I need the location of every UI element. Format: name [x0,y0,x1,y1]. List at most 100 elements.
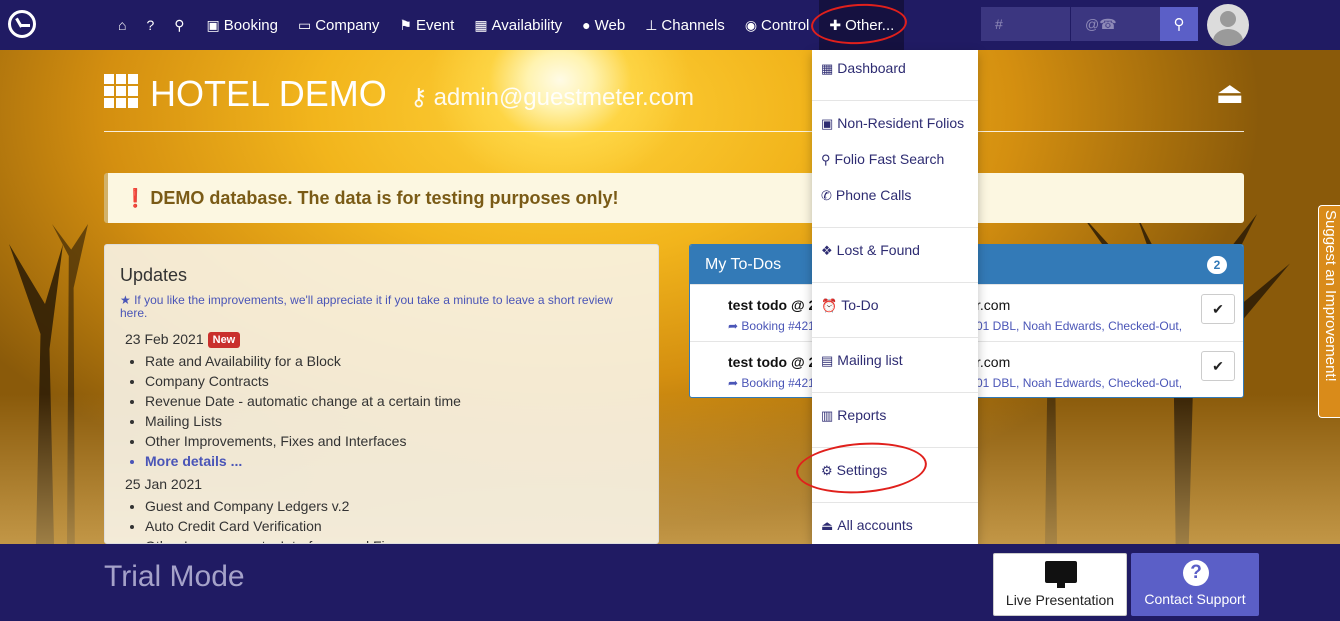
demo-alert-text: DEMO database. The data is for testing p… [150,188,619,208]
admin-account[interactable]: ⚷ admin@guestmeter.com [410,84,694,112]
menu-item-reports[interactable]: ▥ Reports [821,407,886,424]
todo-booking-link[interactable]: ➦ Booking #421 [728,319,815,333]
todos-count-badge: 2 [1207,256,1227,274]
list-item: Guest and Company Ledgers v.2 [145,496,406,516]
list-item: Company Contracts [145,371,461,391]
nav-company[interactable]: ▭ Company [288,0,389,50]
share-icon: ➦ [728,319,742,333]
nav-availability[interactable]: ▦ Availability [464,0,572,50]
list-item: Revenue Date - automatic change at a cer… [145,391,461,411]
suggest-improvement-tab[interactable]: Suggest an Improvement! [1318,205,1340,418]
globe-icon: ● [582,17,591,33]
briefcase-icon: ▣ [206,16,220,33]
list-icon: ▤ [821,353,834,368]
updates-title: Updates [120,265,188,285]
money-icon: ▣ [821,116,834,131]
todo-title[interactable]: test todo @ 2 [728,354,816,370]
app-logo-icon[interactable] [8,10,36,38]
menu-item-mailing-list[interactable]: ▤ Mailing list [821,352,903,369]
list-item: Other Improvements, Interfaces and Fixes [145,536,406,543]
hotel-header: HOTEL DEMO ⚷ admin@guestmeter.com ⏏ [104,74,1244,132]
search-icon: ⚲ [1173,16,1185,33]
menu-item-folio-fast-search[interactable]: ⚲ Folio Fast Search [821,151,944,168]
user-avatar[interactable] [1207,4,1249,46]
release-items: Guest and Company Ledgers v.2 Auto Credi… [145,496,406,543]
monitor-icon [1045,561,1077,588]
eye-icon: ◉ [744,16,758,33]
contact-support-label: Contact Support [1144,591,1246,607]
demo-alert: ❗ DEMO database. The data is for testing … [104,173,1244,223]
nav-availability-label: Availability [491,16,563,34]
nav-control-label: Control [761,16,810,34]
nav-web-label: Web [594,16,626,34]
release-date: 23 Feb 2021 New [125,331,241,348]
nav-help[interactable]: ? [138,0,166,50]
menu-item-all-accounts[interactable]: ⏏ All accounts [821,517,913,534]
folder-icon: ▭ [297,16,312,33]
check-icon: ✔ [1212,301,1224,317]
todo-title-tail: r.com [976,354,1011,370]
menu-item-lost-found[interactable]: ❖ Lost & Found [821,242,920,259]
nav-company-label: Company [315,16,380,34]
hotel-title: HOTEL DEMO [150,73,387,114]
review-link[interactable]: ★ If you like the improvements, we'll ap… [120,294,630,320]
eject-icon: ⏏ [821,518,834,533]
live-presentation-label: Live Presentation [1005,592,1115,608]
phone-icon: ✆ [821,188,832,203]
help-icon: ? [146,17,155,33]
dropbox-icon: ❖ [821,243,833,258]
todo-title-tail: r.com [976,297,1011,313]
menu-item-phone-calls[interactable]: ✆ Phone Calls [821,187,911,204]
apps-grid-icon[interactable] [104,74,138,108]
grid-icon: ▦ [821,61,834,76]
release-date: 25 Jan 2021 [125,476,203,492]
live-presentation-button[interactable]: Live Presentation [993,553,1127,616]
new-badge: New [207,332,241,348]
todo-booking-link[interactable]: ➦ Booking #421 [728,376,815,390]
nav-web[interactable]: ● Web [572,0,635,50]
exclamation-circle-icon: ❗ [124,188,147,208]
star-icon: ★ [120,293,135,307]
search-button[interactable]: ⚲ [1160,7,1198,41]
nav-control[interactable]: ◉ Control [735,0,820,50]
nav-event-label: Event [415,16,455,34]
list-item: Other Improvements, Fixes and Interfaces [145,431,461,451]
nav-zoom[interactable]: ⚲ [166,0,196,50]
home-icon: ⌂ [118,17,127,33]
list-item: Rate and Availability for a Block [145,351,461,371]
sitemap-icon: ⊥ [645,16,658,33]
footer-bar: Trial Mode Live Presentation ? Contact S… [0,544,1340,621]
chart-icon: ▥ [821,408,834,423]
menu-item-dashboard[interactable]: ▦ Dashboard [821,60,906,77]
check-icon: ✔ [1212,358,1224,374]
menu-item-non-resident-folios[interactable]: ▣ Non-Resident Folios [821,115,964,132]
nav-channels[interactable]: ⊥ Channels [635,0,735,50]
contact-support-button[interactable]: ? Contact Support [1131,553,1259,616]
zoom-icon: ⚲ [174,16,185,33]
todo-title[interactable]: test todo @ 2 [728,297,816,313]
nav-booking-label: Booking [223,16,278,34]
search-group: # @☎ [981,7,1160,41]
contact-search-input[interactable]: @☎ [1071,7,1160,41]
calendar-icon: ▦ [474,16,488,33]
trial-mode-label: Trial Mode [104,560,245,593]
todo-booking-details: 01 DBL, Noah Edwards, Checked-Out, [976,319,1183,333]
nav-home[interactable]: ⌂ [110,0,138,50]
nav-event[interactable]: ⚑ Event [389,0,464,50]
menu-item-todo[interactable]: ⏰ To-Do [821,297,879,314]
flag-icon: ⚑ [399,16,412,33]
todo-complete-button[interactable]: ✔ [1201,294,1235,324]
nav-booking[interactable]: ▣ Booking [197,0,288,50]
logout-eject-icon[interactable]: ⏏ [1216,76,1244,111]
updates-panel: Updates ★ If you like the improvements, … [104,244,659,544]
more-details-link[interactable]: More details ... [145,451,461,471]
booking-number-input[interactable]: # [981,7,1070,41]
admin-email: admin@guestmeter.com [433,84,695,111]
nav-channels-label: Channels [661,16,725,34]
todo-complete-button[interactable]: ✔ [1201,351,1235,381]
list-item: Mailing Lists [145,411,461,431]
key-icon: ⚷ [410,84,428,111]
todos-title: My To-Dos [705,256,782,273]
search-icon: ⚲ [821,152,831,167]
top-navbar: ⌂ ? ⚲ ▣ Booking ▭ Company ⚑ Event ▦ Availabi… [0,0,1340,50]
